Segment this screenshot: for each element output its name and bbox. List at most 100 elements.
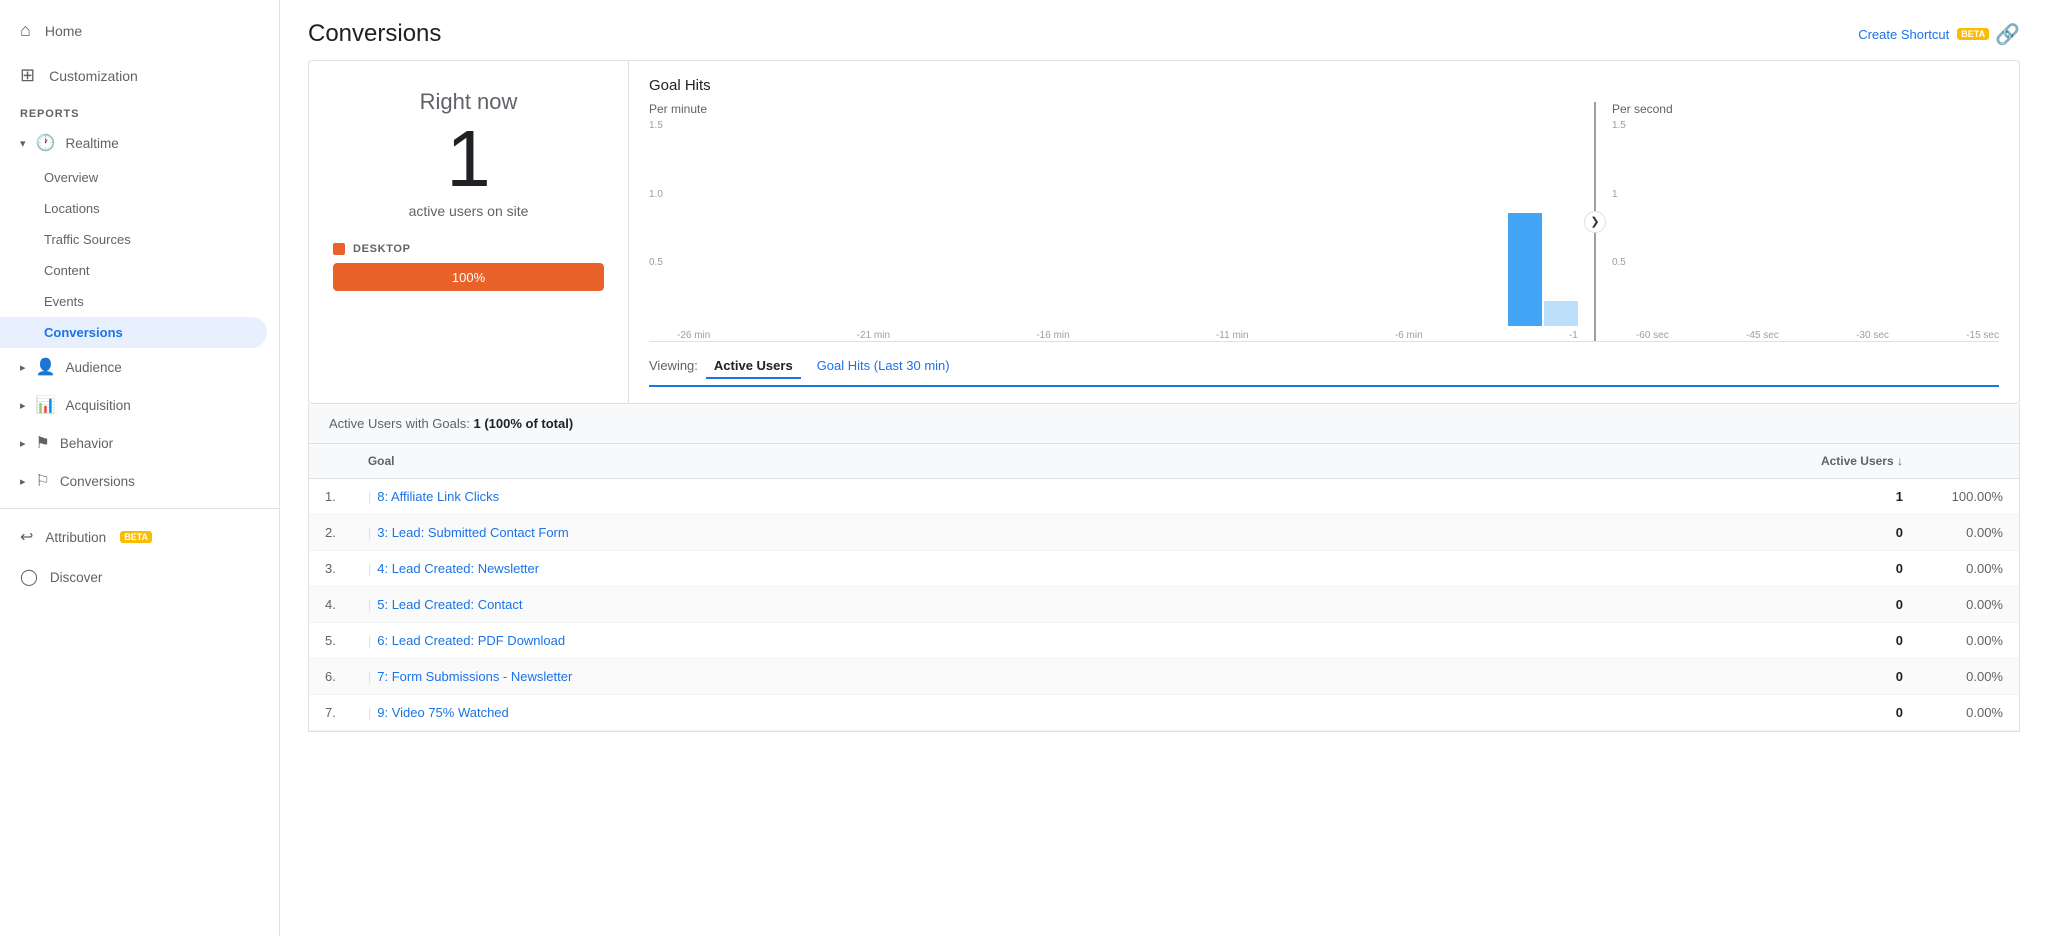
y-label-right-1-5: 1.5 [1612, 120, 1626, 131]
content-label: Content [44, 263, 90, 278]
row-num: 5. [309, 623, 352, 659]
sidebar-item-events[interactable]: Events [0, 286, 267, 317]
discover-label: Discover [50, 570, 103, 585]
audience-icon: 👤 [36, 357, 56, 377]
chart-bar-short [1544, 301, 1578, 326]
table-row: 7. |9: Video 75% Watched 0 0.00% [309, 695, 2019, 731]
right-now-count: 1 [446, 119, 491, 199]
sidebar-item-attribution[interactable]: ↩ Attribution BETA [0, 517, 279, 557]
progress-bar: 100% [333, 263, 604, 291]
sidebar-acquisition-label: Acquisition [65, 398, 130, 413]
sidebar-item-acquisition[interactable]: ▸ 📊 Acquisition [0, 386, 267, 424]
content-area: Right now 1 active users on site DESKTOP… [280, 60, 2048, 936]
active-users-label: active users on site [409, 203, 529, 219]
overview-label: Overview [44, 170, 98, 185]
row-count: 0 [1409, 587, 1919, 623]
row-count: 0 [1409, 551, 1919, 587]
table-row: 4. |5: Lead Created: Contact 0 0.00% [309, 587, 2019, 623]
per-minute-label: Per minute [649, 102, 1578, 116]
create-shortcut-beta-badge: BETA [1957, 28, 1989, 40]
goals-table: Goal Active Users ↓ 1. |8: Affiliate Lin… [309, 444, 2019, 731]
sidebar-item-conversions[interactable]: ▸ ⚐ Conversions [0, 462, 267, 500]
row-pct: 0.00% [1919, 551, 2019, 587]
row-num: 4. [309, 587, 352, 623]
sidebar-item-overview[interactable]: Overview [0, 162, 267, 193]
y-label-1-0: 1.0 [649, 189, 663, 200]
locations-label: Locations [44, 201, 100, 216]
view-tab-goal-hits[interactable]: Goal Hits (Last 30 min) [809, 354, 958, 379]
sidebar-item-locations[interactable]: Locations [0, 193, 267, 224]
viewing-row: Viewing: Active Users Goal Hits (Last 30… [649, 342, 1999, 387]
main-content: Conversions Create Shortcut BETA 🔗 Right… [280, 0, 2048, 936]
sidebar-audience-label: Audience [65, 360, 121, 375]
sidebar-item-home[interactable]: ⌂ Home [0, 8, 279, 53]
col-active-users-header: Active Users ↓ [1409, 444, 1919, 479]
sidebar-item-traffic-sources[interactable]: Traffic Sources [0, 224, 267, 255]
sidebar-item-customization[interactable]: ⊞ Customization [0, 53, 279, 98]
customization-icon: ⊞ [20, 65, 35, 86]
viewing-label: Viewing: [649, 358, 698, 373]
y-label-right-0-5: 0.5 [1612, 257, 1626, 268]
chart-title: Goal Hits [649, 77, 1999, 94]
sidebar-realtime-label: Realtime [65, 136, 118, 151]
x-label-11: -11 min [1216, 330, 1249, 341]
per-second-x-labels: -60 sec -45 sec -30 sec -15 sec [1612, 330, 1999, 341]
conversions-realtime-label: Conversions [44, 325, 123, 340]
per-second-section: Per second 1.5 1 0.5 [1596, 102, 1999, 341]
table-section: Active Users with Goals: 1 (100% of tota… [308, 404, 2020, 732]
row-goal[interactable]: |4: Lead Created: Newsletter [352, 551, 1409, 587]
attribution-label: Attribution [45, 530, 106, 545]
row-pct: 0.00% [1919, 515, 2019, 551]
row-count: 1 [1409, 479, 1919, 515]
sidebar-item-conversions-realtime[interactable]: Conversions [0, 317, 267, 348]
x-label-60: -60 sec [1636, 330, 1669, 341]
chevron-right-2-icon: ▸ [20, 399, 26, 412]
row-pct: 0.00% [1919, 695, 2019, 731]
sidebar-item-behavior[interactable]: ▸ ⚑ Behavior [0, 424, 267, 462]
table-row: 1. |8: Affiliate Link Clicks 1 100.00% [309, 479, 2019, 515]
create-shortcut-button[interactable]: Create Shortcut BETA 🔗 [1858, 22, 2020, 47]
sidebar-divider [0, 508, 279, 509]
row-goal[interactable]: |7: Form Submissions - Newsletter [352, 659, 1409, 695]
sidebar-item-discover[interactable]: ◯ Discover [0, 557, 279, 597]
per-minute-x-labels: -26 min -21 min -16 min -11 min -6 min -… [649, 330, 1578, 341]
sidebar-customization-label: Customization [49, 68, 138, 84]
row-goal[interactable]: |9: Video 75% Watched [352, 695, 1409, 731]
right-now-label: Right now [420, 89, 518, 115]
row-goal[interactable]: |5: Lead Created: Contact [352, 587, 1409, 623]
sidebar-item-content[interactable]: Content [0, 255, 267, 286]
sort-icon: ↓ [1897, 454, 1903, 468]
y-label-1-5: 1.5 [649, 120, 663, 131]
row-num: 1. [309, 479, 352, 515]
device-type-label: DESKTOP [353, 243, 411, 255]
row-count: 0 [1409, 695, 1919, 731]
x-label-21: -21 min [857, 330, 890, 341]
table-row: 5. |6: Lead Created: PDF Download 0 0.00… [309, 623, 2019, 659]
row-goal[interactable]: |3: Lead: Submitted Contact Form [352, 515, 1409, 551]
row-goal[interactable]: |8: Affiliate Link Clicks [352, 479, 1409, 515]
per-second-label: Per second [1612, 102, 1999, 116]
chart-chevron-right-button[interactable]: ❯ [1584, 211, 1606, 233]
realtime-icon: 🕐 [36, 133, 56, 153]
row-count: 0 [1409, 515, 1919, 551]
sidebar-item-realtime[interactable]: ▾ 🕐 Realtime [0, 124, 267, 162]
chevron-right-3-icon: ▸ [20, 437, 26, 450]
conversions-sidebar-icon: ⚐ [36, 471, 50, 491]
sidebar-item-audience[interactable]: ▸ 👤 Audience [0, 348, 267, 386]
table-row: 6. |7: Form Submissions - Newsletter 0 0… [309, 659, 2019, 695]
x-label-1: -1 [1569, 330, 1578, 341]
table-row: 2. |3: Lead: Submitted Contact Form 0 0.… [309, 515, 2019, 551]
view-tab-active-users[interactable]: Active Users [706, 354, 801, 379]
per-second-bars [1636, 120, 1999, 326]
create-shortcut-label: Create Shortcut [1858, 27, 1949, 42]
summary-value: 1 (100% of total) [474, 416, 574, 431]
col-pct-header [1919, 444, 2019, 479]
row-goal[interactable]: |6: Lead Created: PDF Download [352, 623, 1409, 659]
right-now-panel: Right now 1 active users on site DESKTOP… [309, 61, 629, 403]
active-users-summary: Active Users with Goals: 1 (100% of tota… [309, 404, 2019, 444]
row-num: 2. [309, 515, 352, 551]
chevron-right-4-icon: ▸ [20, 475, 26, 488]
device-section: DESKTOP 100% [333, 243, 604, 291]
x-label-26: -26 min [677, 330, 710, 341]
col-num [309, 444, 352, 479]
